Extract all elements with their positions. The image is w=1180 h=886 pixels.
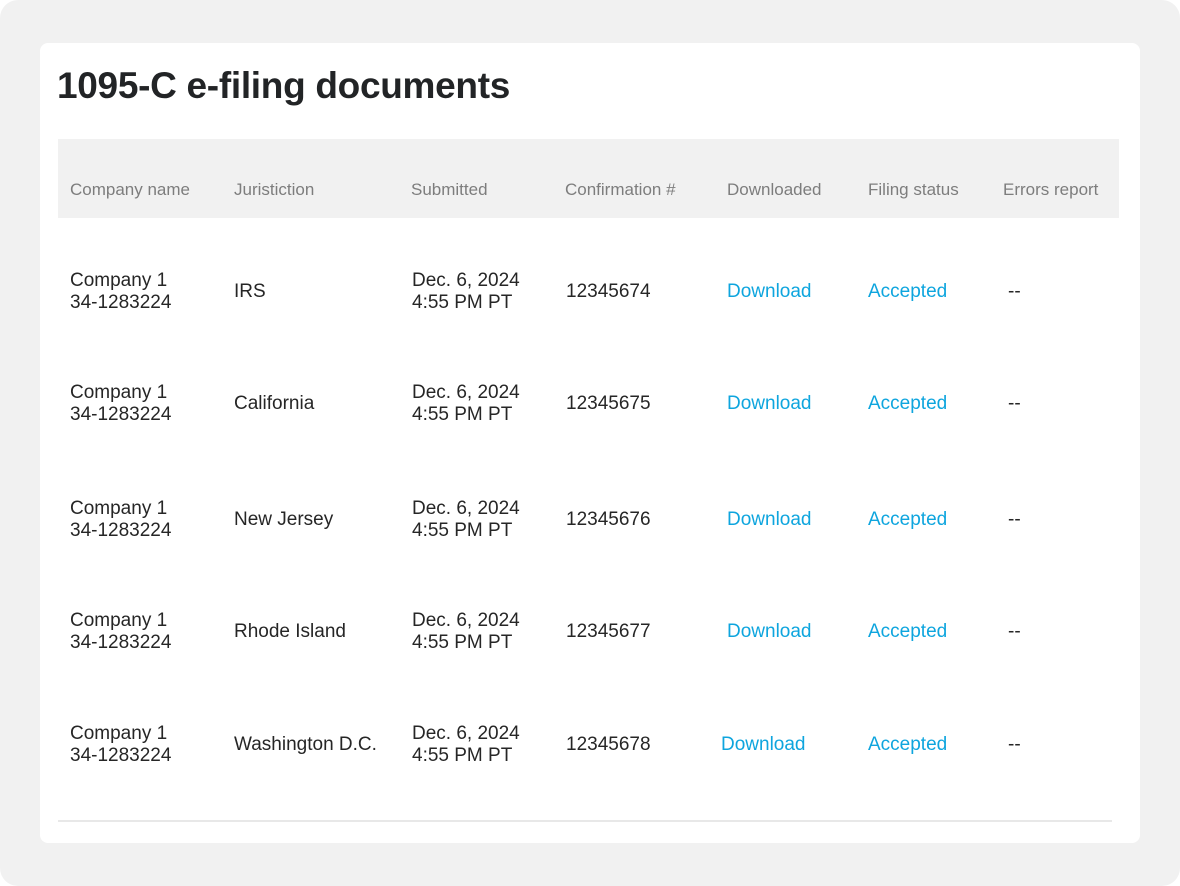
- submitted-date: Dec. 6, 2024: [412, 270, 520, 291]
- company-cell: Company 1 34-1283224: [70, 498, 171, 542]
- company-ein: 34-1283224: [70, 292, 172, 313]
- company-name: Company 1: [70, 270, 168, 291]
- table-bottom-divider: [58, 820, 1112, 822]
- submitted-time: 4:55 PM PT: [412, 404, 513, 425]
- company-name: Company 1: [70, 382, 168, 403]
- download-link[interactable]: Download: [727, 393, 812, 415]
- confirmation-cell: 12345675: [566, 393, 651, 414]
- errors-report-value: --: [1008, 621, 1021, 642]
- submitted-time: 4:55 PM PT: [412, 292, 513, 313]
- company-ein: 34-1283224: [70, 745, 172, 766]
- jurisdiction-cell: Rhode Island: [234, 621, 346, 642]
- company-name: Company 1: [70, 723, 168, 744]
- page-title: 1095-C e-filing documents: [57, 65, 511, 106]
- submitted-date: Dec. 6, 2024: [412, 610, 520, 631]
- column-header-errors-report[interactable]: Errors report: [1003, 180, 1098, 200]
- column-header-company-name[interactable]: Company name: [70, 180, 190, 200]
- download-link[interactable]: Download: [721, 734, 806, 756]
- company-ein: 34-1283224: [70, 632, 172, 653]
- confirmation-cell: 12345674: [566, 281, 651, 302]
- company-ein: 34-1283224: [70, 520, 172, 541]
- submitted-date: Dec. 6, 2024: [412, 498, 520, 519]
- column-header-jurisdiction[interactable]: Juristiction: [234, 180, 314, 200]
- table-row: Company 1 34-1283224 Rhode Island Dec. 6…: [58, 610, 1119, 690]
- confirmation-cell: 12345676: [566, 509, 651, 530]
- filing-status-link[interactable]: Accepted: [868, 734, 947, 756]
- submitted-date: Dec. 6, 2024: [412, 723, 520, 744]
- download-link[interactable]: Download: [727, 621, 812, 643]
- column-header-confirmation[interactable]: Confirmation #: [565, 180, 676, 200]
- jurisdiction-cell: Washington D.C.: [234, 734, 377, 755]
- download-link[interactable]: Download: [727, 509, 812, 531]
- jurisdiction-cell: New Jersey: [234, 509, 334, 530]
- submitted-cell: Dec. 6, 2024 4:55 PM PT: [412, 723, 520, 767]
- submitted-cell: Dec. 6, 2024 4:55 PM PT: [412, 382, 520, 426]
- jurisdiction-cell: California: [234, 393, 315, 414]
- company-name: Company 1: [70, 498, 168, 519]
- filing-status-link[interactable]: Accepted: [868, 509, 947, 531]
- filing-status-link[interactable]: Accepted: [868, 621, 947, 643]
- company-cell: Company 1 34-1283224: [70, 382, 171, 426]
- submitted-time: 4:55 PM PT: [412, 745, 513, 766]
- submitted-date: Dec. 6, 2024: [412, 382, 520, 403]
- submitted-cell: Dec. 6, 2024 4:55 PM PT: [412, 498, 520, 542]
- table-header: Company name Juristiction Submitted Conf…: [58, 139, 1119, 218]
- errors-report-value: --: [1008, 393, 1021, 414]
- submitted-cell: Dec. 6, 2024 4:55 PM PT: [412, 270, 520, 314]
- submitted-time: 4:55 PM PT: [412, 520, 513, 541]
- errors-report-value: --: [1008, 734, 1021, 755]
- confirmation-cell: 12345678: [566, 734, 651, 755]
- submitted-time: 4:55 PM PT: [412, 632, 513, 653]
- table-row: Company 1 34-1283224 Washington D.C. Dec…: [58, 723, 1119, 803]
- filing-status-link[interactable]: Accepted: [868, 393, 947, 415]
- jurisdiction-cell: IRS: [234, 281, 266, 302]
- company-ein: 34-1283224: [70, 404, 172, 425]
- errors-report-value: --: [1008, 509, 1021, 530]
- company-cell: Company 1 34-1283224: [70, 270, 171, 314]
- column-header-filing-status[interactable]: Filing status: [868, 180, 959, 200]
- column-header-downloaded[interactable]: Downloaded: [727, 180, 822, 200]
- table-row: Company 1 34-1283224 California Dec. 6, …: [58, 382, 1119, 462]
- documents-card: 1095-C e-filing documents Company name J…: [40, 43, 1140, 843]
- table-row: Company 1 34-1283224 New Jersey Dec. 6, …: [58, 498, 1119, 578]
- company-cell: Company 1 34-1283224: [70, 723, 171, 767]
- submitted-cell: Dec. 6, 2024 4:55 PM PT: [412, 610, 520, 654]
- company-cell: Company 1 34-1283224: [70, 610, 171, 654]
- table-row: Company 1 34-1283224 IRS Dec. 6, 2024 4:…: [58, 270, 1119, 350]
- errors-report-value: --: [1008, 281, 1021, 302]
- column-header-submitted[interactable]: Submitted: [411, 180, 488, 200]
- company-name: Company 1: [70, 610, 168, 631]
- download-link[interactable]: Download: [727, 281, 812, 303]
- filing-status-link[interactable]: Accepted: [868, 281, 947, 303]
- confirmation-cell: 12345677: [566, 621, 651, 642]
- page-background: 1095-C e-filing documents Company name J…: [0, 0, 1180, 886]
